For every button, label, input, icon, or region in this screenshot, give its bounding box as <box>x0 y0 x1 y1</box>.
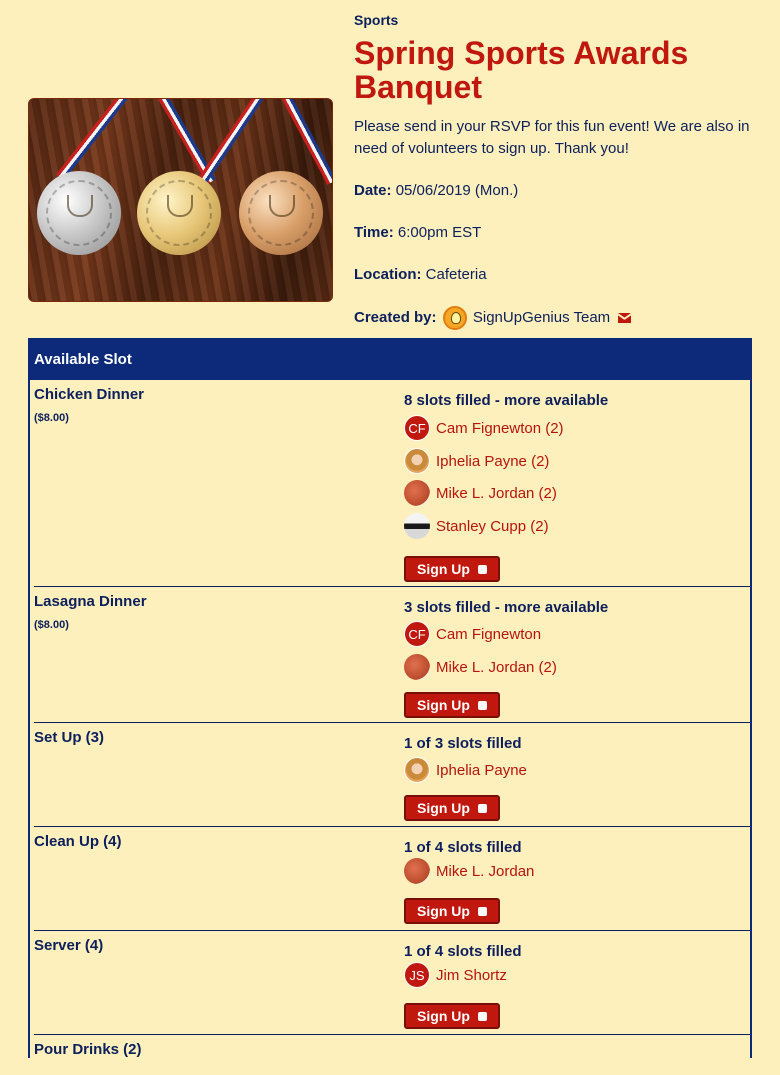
event-image-medals <box>28 98 333 302</box>
initials-avatar: JS <box>404 962 430 988</box>
participant-name[interactable]: Mike L. Jordan (2) <box>436 485 557 502</box>
slot-name: Server (4) <box>34 937 104 954</box>
bronze-medal <box>239 171 323 255</box>
person-avatar-icon <box>404 757 430 783</box>
slot-name: Set Up (3) <box>34 729 105 746</box>
event-description: Please send in your RSVP for this fun ev… <box>354 118 750 157</box>
initials-avatar: CF <box>404 415 430 441</box>
event-date: Date: 05/06/2019 (Mon.) <box>354 182 518 199</box>
slot-status: 1 of 3 slots filled <box>404 735 522 752</box>
location-label: Location: <box>354 266 422 283</box>
slot-status: 8 slots filled - more available <box>404 392 609 409</box>
checkbox-icon <box>477 803 487 813</box>
participant: JS Jim Shortz <box>404 961 507 989</box>
slots-table: Available Slot Chicken Dinner ($8.00) 8 … <box>28 338 752 1058</box>
sign-up-label: Sign Up <box>417 561 470 577</box>
participant: Stanley Cupp (2) <box>404 512 549 540</box>
checkbox-icon <box>477 564 487 574</box>
sign-up-button[interactable]: Sign Up <box>404 692 500 718</box>
participant: CF Cam Fignewton (2) <box>404 414 564 442</box>
participant-name[interactable]: Mike L. Jordan (2) <box>436 659 557 676</box>
sign-up-button[interactable]: Sign Up <box>404 898 500 924</box>
sign-up-label: Sign Up <box>417 1008 470 1024</box>
sign-up-label: Sign Up <box>417 697 470 713</box>
participant-name[interactable]: Cam Fignewton (2) <box>436 420 564 437</box>
participant-name[interactable]: Iphelia Payne <box>436 762 527 779</box>
initials-avatar: CF <box>404 621 430 647</box>
participant-name[interactable]: Jim Shortz <box>436 967 507 984</box>
slot-status: 1 of 4 slots filled <box>404 943 522 960</box>
person-avatar-icon <box>404 448 430 474</box>
sign-up-button[interactable]: Sign Up <box>404 556 500 582</box>
slot-status: 1 of 4 slots filled <box>404 839 522 856</box>
participant: Mike L. Jordan (2) <box>404 479 557 507</box>
participant: Mike L. Jordan (2) <box>404 653 557 681</box>
basketball-avatar-icon <box>404 480 430 506</box>
participant: Iphelia Payne <box>404 756 527 784</box>
silver-medal <box>37 171 121 255</box>
creator-name: SignUpGenius Team <box>472 308 611 326</box>
table-row: Pour Drinks (2) <box>34 1035 750 1075</box>
event-location: Location: Cafeteria <box>354 266 487 283</box>
slot-status: 3 slots filled - more available <box>404 599 609 616</box>
participant-name[interactable]: Cam Fignewton <box>436 626 541 643</box>
slot-name: Chicken Dinner <box>34 386 145 403</box>
participant-name[interactable]: Iphelia Payne (2) <box>436 453 549 470</box>
participant-name[interactable]: Mike L. Jordan <box>436 863 534 880</box>
hockey-puck-avatar-icon <box>404 513 430 539</box>
slot-name: Lasagna Dinner <box>34 593 147 610</box>
event-time: Time: 6:00pm EST <box>354 224 481 241</box>
event-title: Spring Sports Awards Banquet <box>354 35 689 105</box>
slot-name: Pour Drinks (2) <box>34 1041 142 1058</box>
checkbox-icon <box>477 1011 487 1021</box>
participant-name[interactable]: Stanley Cupp (2) <box>436 518 549 535</box>
basketball-avatar-icon <box>404 654 430 680</box>
participant: Mike L. Jordan <box>404 857 534 885</box>
created-label: Created by: <box>354 308 437 326</box>
checkbox-icon <box>477 906 487 916</box>
event-creator: Created by: SignUpGenius Team <box>354 306 632 330</box>
table-row: Lasagna Dinner ($8.00) 3 slots filled - … <box>34 587 750 723</box>
date-value: 05/06/2019 (Mon.) <box>395 182 519 199</box>
email-icon[interactable] <box>618 313 632 323</box>
sign-up-button[interactable]: Sign Up <box>404 1003 500 1029</box>
time-label: Time: <box>354 224 394 241</box>
event-category: Sports <box>354 12 399 28</box>
slot-price: ($8.00) <box>34 619 69 631</box>
sign-up-label: Sign Up <box>417 903 470 919</box>
participant: Iphelia Payne (2) <box>404 447 549 475</box>
location-value: Cafeteria <box>425 266 487 283</box>
table-row: Set Up (3) 1 of 3 slots filled Iphelia P… <box>34 723 750 827</box>
table-row: Server (4) 1 of 4 slots filled JS Jim Sh… <box>34 931 750 1035</box>
sign-up-button[interactable]: Sign Up <box>404 795 500 821</box>
table-row: Chicken Dinner ($8.00) 8 slots filled - … <box>34 380 750 587</box>
lightbulb-avatar-icon <box>442 306 467 330</box>
date-label: Date: <box>354 182 392 199</box>
participant: CF Cam Fignewton <box>404 620 541 648</box>
gold-medal <box>137 171 221 255</box>
basketball-avatar-icon <box>404 858 430 884</box>
sign-up-label: Sign Up <box>417 800 470 816</box>
time-value: 6:00pm EST <box>397 224 482 241</box>
table-header: Available Slot <box>30 340 750 380</box>
checkbox-icon <box>477 700 487 710</box>
slot-price: ($8.00) <box>34 412 69 424</box>
slot-name: Clean Up (4) <box>34 833 122 850</box>
table-row: Clean Up (4) 1 of 4 slots filled Mike L.… <box>34 827 750 931</box>
